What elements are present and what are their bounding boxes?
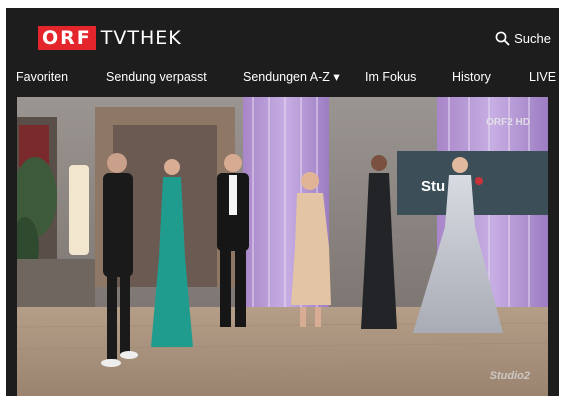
nav-item-live[interactable]: LIVE	[529, 66, 556, 88]
search-label: Suche	[514, 30, 551, 46]
cabinet	[17, 259, 95, 307]
video-frame: Stu	[17, 97, 548, 396]
nav-item-im-fokus[interactable]: Im Fokus	[365, 66, 416, 88]
logo-tvthek: TVTHEK	[100, 27, 182, 49]
nav-item-favoriten[interactable]: Favoriten	[16, 66, 68, 88]
logo-orf: ORF	[38, 26, 96, 50]
search-icon	[495, 31, 510, 45]
nav-item-sendungen-a-z[interactable]: Sendungen A-Z ▾	[243, 66, 340, 88]
tvthek-app: ORF TVTHEK Suche Favoriten Sendung verpa…	[6, 8, 559, 396]
header: ORF TVTHEK Suche	[6, 8, 559, 64]
channel-logo: ORF2 HD	[486, 117, 530, 128]
studio-logo: Studio2	[489, 370, 530, 382]
nav-item-sendung-verpasst[interactable]: Sendung verpasst	[106, 66, 207, 88]
screen-text: Stu	[421, 178, 445, 195]
video-player[interactable]: Stu ORF2 HD Studio2	[17, 97, 548, 396]
floor-lamp	[69, 165, 89, 255]
nav-item-history[interactable]: History	[452, 66, 491, 88]
main-nav: Favoriten Sendung verpasst Sendungen A-Z…	[6, 66, 559, 88]
search-button[interactable]: Suche	[495, 28, 551, 48]
orf-tvthek-logo[interactable]: ORF TVTHEK	[38, 26, 182, 50]
